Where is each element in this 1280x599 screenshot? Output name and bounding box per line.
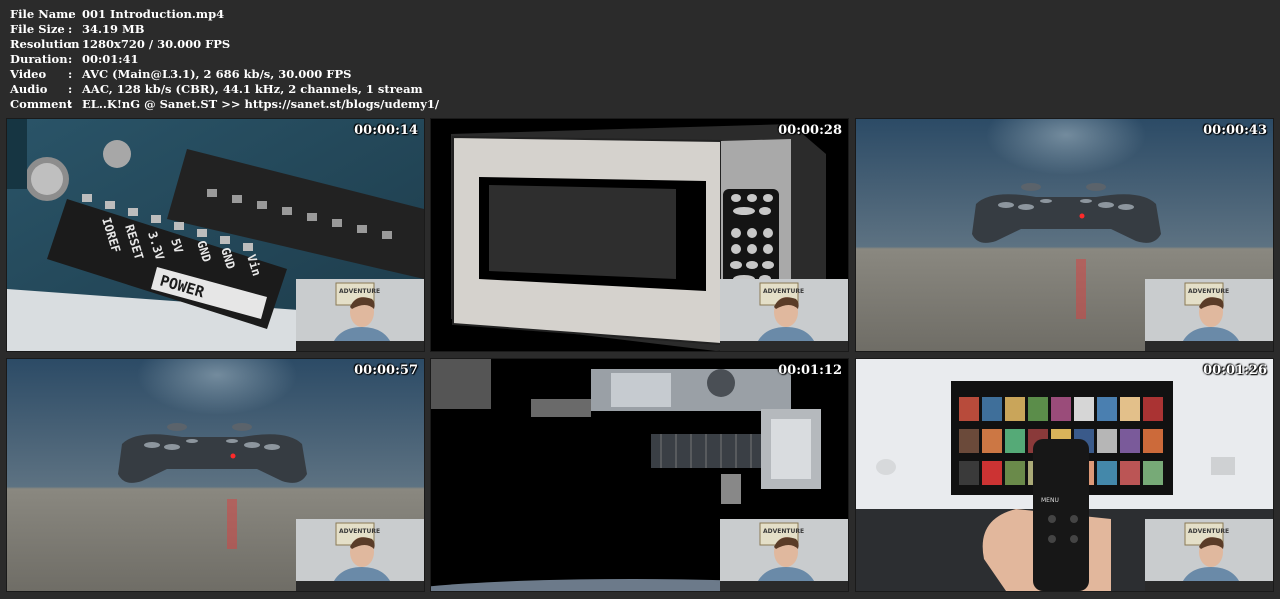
thumbnail-timestamp: 00:00:43 — [1203, 123, 1267, 138]
video-thumbnail-4[interactable]: ADVENTURE 00:00:57 — [6, 358, 425, 592]
poster-text: ADVENTURE — [339, 528, 380, 535]
presenter-pip: ADVENTURE — [1145, 279, 1273, 351]
video-thumbnail-3[interactable]: ADVENTURE 00:00:43 — [855, 118, 1274, 352]
video-thumbnail-6[interactable]: MENU ADVENTURE 00:01:26 — [855, 358, 1274, 592]
thumbnail-timestamp: 00:01:26 — [1203, 363, 1267, 378]
thumbnail-grid: IOREF RESET 3.3V 5V GND GND Vin POWER AD… — [0, 0, 1280, 599]
video-thumbnail-1[interactable]: IOREF RESET 3.3V 5V GND GND Vin POWER AD… — [6, 118, 425, 352]
poster-text: ADVENTURE — [339, 288, 380, 295]
video-thumbnail-2[interactable]: ADVENTURE 00:00:28 — [430, 118, 849, 352]
presenter-pip: ADVENTURE — [720, 519, 848, 591]
poster-text: ADVENTURE — [763, 528, 804, 535]
poster-text: ADVENTURE — [763, 288, 804, 295]
presenter-pip: ADVENTURE — [1145, 519, 1273, 591]
thumbnail-timestamp: 00:00:14 — [354, 123, 418, 138]
presenter-pip: ADVENTURE — [296, 279, 424, 351]
thumbnail-timestamp: 00:01:12 — [778, 363, 842, 378]
presenter-pip: ADVENTURE — [720, 279, 848, 351]
presenter-pip: ADVENTURE — [296, 519, 424, 591]
video-thumbnail-5[interactable]: ADVENTURE 00:01:12 — [430, 358, 849, 592]
remote-menu-label: MENU — [1041, 497, 1059, 504]
thumbnail-timestamp: 00:00:28 — [778, 123, 842, 138]
thumbnail-timestamp: 00:00:57 — [354, 363, 418, 378]
poster-text: ADVENTURE — [1188, 528, 1229, 535]
poster-text: ADVENTURE — [1188, 288, 1229, 295]
